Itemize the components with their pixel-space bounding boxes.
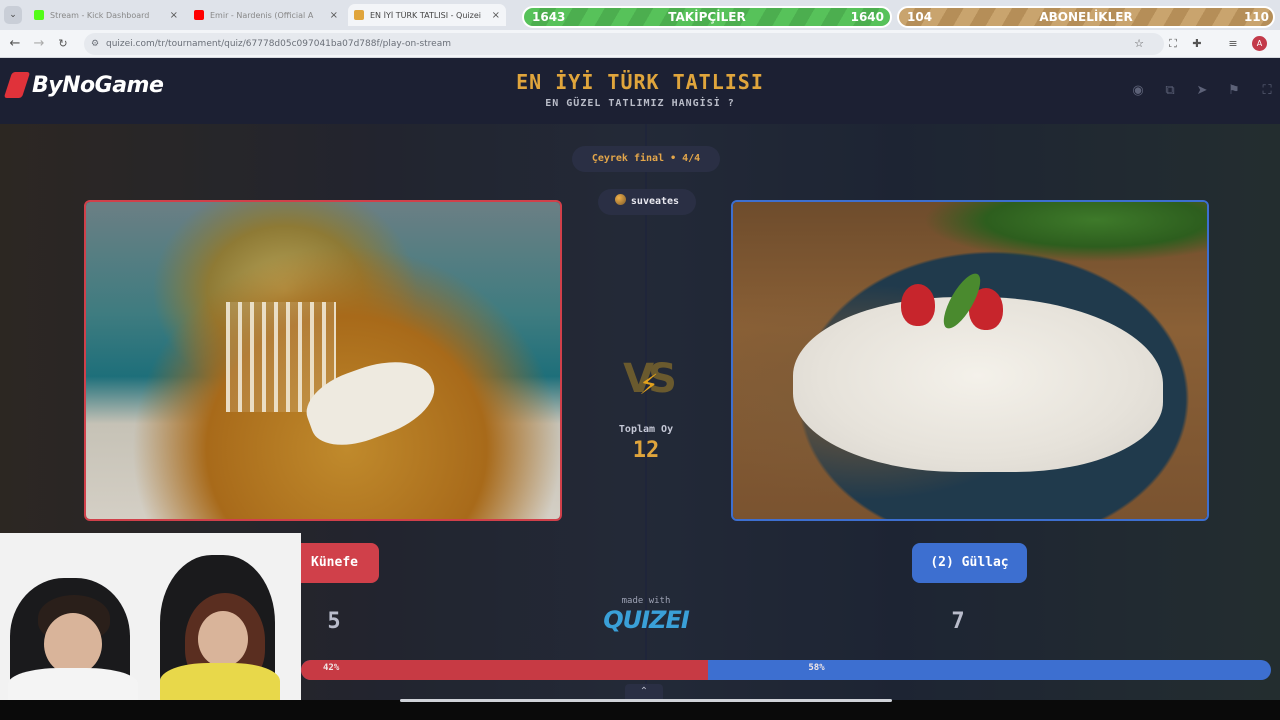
choice-left-image[interactable] <box>84 200 562 521</box>
bottom-strip <box>0 700 1280 720</box>
fullscreen-icon[interactable]: ⛶ <box>1257 81 1277 101</box>
close-icon[interactable]: × <box>170 10 178 21</box>
bynogame-logo[interactable]: ByNoGame <box>3 70 164 100</box>
logo-mark-icon <box>3 72 31 98</box>
close-icon[interactable]: × <box>330 10 338 21</box>
person-shirt <box>160 663 280 703</box>
tab-kick-dashboard[interactable]: Stream - Kick Dashboard × <box>28 4 184 26</box>
quiz-title: EN İYİ TÜRK TATLISI <box>516 70 764 94</box>
flag-icon[interactable]: ⚑ <box>1224 81 1244 101</box>
person-shirt <box>8 668 138 703</box>
person-face <box>44 613 102 675</box>
followers-goal-bar: 1643 TAKİPÇİLER 1640 <box>522 6 892 28</box>
followers-goal: 1640 <box>850 10 884 24</box>
chevron-up-icon[interactable]: ⌃ <box>625 684 663 700</box>
vs-emblem: VS ⚡ <box>612 349 682 409</box>
subscribers-goal: 110 <box>1243 10 1269 24</box>
webcam-overlay <box>0 533 301 703</box>
tab-title: Emir - Nardenis (Official A <box>210 10 314 20</box>
tab-title: EN İYİ TÜRK TATLISI - Quizei <box>370 10 481 20</box>
mint-leaves <box>923 202 1207 262</box>
tab-youtube-video[interactable]: Emir - Nardenis (Official A × <box>188 4 344 26</box>
close-icon[interactable]: × <box>492 10 500 21</box>
bookmark-star-icon[interactable]: ☆ <box>1131 36 1147 52</box>
url-text: quizei.com/tr/tournament/quiz/67778d05c0… <box>106 39 451 49</box>
quizei-logo-text: QUIZEI <box>603 606 690 634</box>
total-votes-label: Toplam Oy <box>618 424 674 435</box>
extensions-icon[interactable]: ✚ <box>1189 36 1205 52</box>
quizei-favicon-icon <box>354 10 364 20</box>
screenshot-icon[interactable]: ⛶ <box>1165 36 1181 52</box>
subscribers-goal-bar: 104 ABONELİKLER 110 <box>897 6 1275 28</box>
profile-avatar[interactable]: A <box>1252 36 1267 51</box>
forward-icon[interactable]: → <box>30 35 48 53</box>
vote-ratio-bar: 42% 58% <box>301 660 1271 680</box>
followers-title: TAKİPÇİLER <box>668 10 746 24</box>
strawberry <box>901 284 935 326</box>
made-with-label: made with <box>621 596 671 606</box>
tab-title: Stream - Kick Dashboard <box>50 10 150 20</box>
avatar <box>614 194 626 205</box>
total-votes-value: 12 <box>632 438 660 463</box>
left-vote-count: 5 <box>327 609 341 634</box>
reload-icon[interactable]: ↻ <box>54 35 72 53</box>
eye-icon[interactable]: ◉ <box>1128 81 1148 101</box>
logo-text: ByNoGame <box>32 72 164 98</box>
horizontal-scrollbar[interactable] <box>400 699 892 702</box>
tab-quizei[interactable]: EN İYİ TÜRK TATLISI - Quizei × <box>348 4 506 26</box>
left-vote-percent: 42% <box>323 663 340 673</box>
subscribers-title: ABONELİKLER <box>1039 10 1133 24</box>
site-info-icon[interactable]: ⚙ <box>91 33 99 55</box>
quiz-subtitle: EN GÜZEL TATLIMIZ HANGİSİ ? <box>545 98 735 109</box>
lightning-icon: ⚡ <box>639 368 659 401</box>
option-left-button[interactable]: Künefe <box>290 543 379 583</box>
option-right-button[interactable]: (2) Güllaç <box>912 543 1027 583</box>
right-vote-count: 7 <box>951 609 965 634</box>
site-header: ByNoGame EN İYİ TÜRK TATLISI EN GÜZEL TA… <box>0 58 1280 124</box>
round-badge: Çeyrek final • 4/4 <box>572 146 720 172</box>
tab-list-button[interactable]: ⌄ <box>4 6 22 24</box>
browser-toolbar: ← → ↻ ⚙ quizei.com/tr/tournament/quiz/67… <box>0 30 1280 58</box>
send-icon[interactable]: ➤ <box>1192 81 1212 101</box>
left-vote-fill <box>301 660 709 680</box>
person-face <box>198 611 248 667</box>
right-vote-percent: 58% <box>808 663 825 673</box>
share-icon[interactable]: ⧉ <box>1160 81 1180 101</box>
media-control-icon[interactable]: ≡ <box>1225 36 1241 52</box>
voter-name: suveates <box>630 196 680 207</box>
voter-badge: suveates <box>598 189 696 215</box>
address-bar[interactable]: ⚙ quizei.com/tr/tournament/quiz/67778d05… <box>84 33 1164 55</box>
back-icon[interactable]: ← <box>6 35 24 53</box>
quizei-logo[interactable]: QUIZEI <box>596 606 696 634</box>
choice-right-image[interactable] <box>731 200 1209 521</box>
kick-favicon-icon <box>34 10 44 20</box>
youtube-favicon-icon <box>194 10 204 20</box>
